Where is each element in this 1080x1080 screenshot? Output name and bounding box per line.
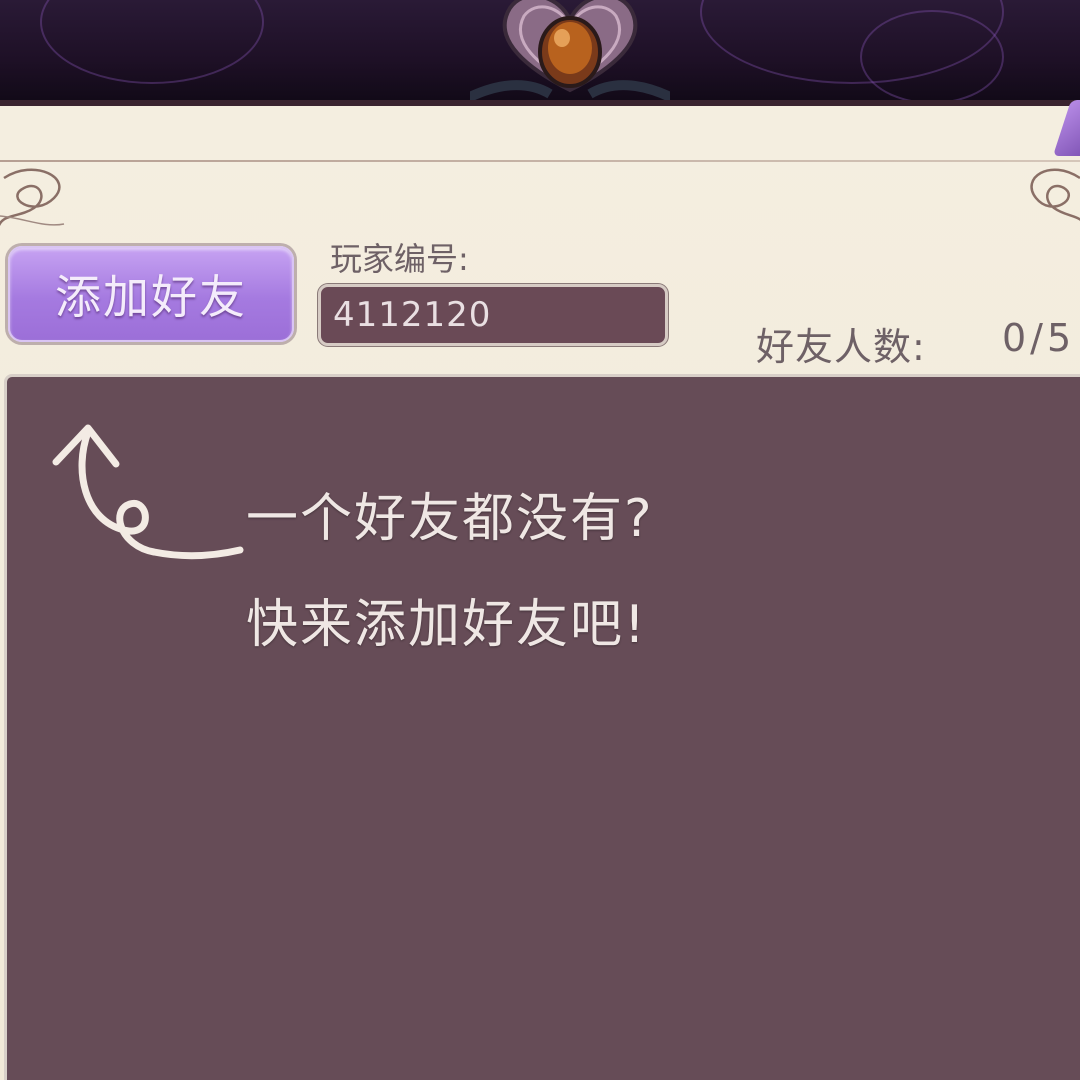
friend-count-label: 好友人数: — [756, 325, 926, 369]
player-id-field[interactable]: 4112120 — [318, 284, 668, 346]
flourish-ornament-icon — [1030, 168, 1080, 222]
add-friend-button-label: 添加好友 — [55, 270, 247, 324]
flourish-ornament-icon — [0, 168, 65, 227]
curly-arrow-up-icon — [52, 424, 244, 560]
player-id-value: 4112120 — [333, 295, 492, 335]
jeweled-heart-ornament-icon — [470, 0, 670, 102]
player-id-label: 玩家编号: — [330, 240, 469, 278]
empty-hint-line2: 快来添加好友吧! — [246, 595, 647, 655]
banner-vein — [860, 10, 1004, 100]
banner-vein — [40, 0, 264, 84]
panel-divider — [0, 160, 1080, 162]
add-friend-button[interactable]: 添加好友 — [8, 246, 294, 342]
empty-hint-line1: 一个好友都没有? — [246, 489, 654, 549]
friend-count-value: 0/5 — [1002, 316, 1076, 360]
